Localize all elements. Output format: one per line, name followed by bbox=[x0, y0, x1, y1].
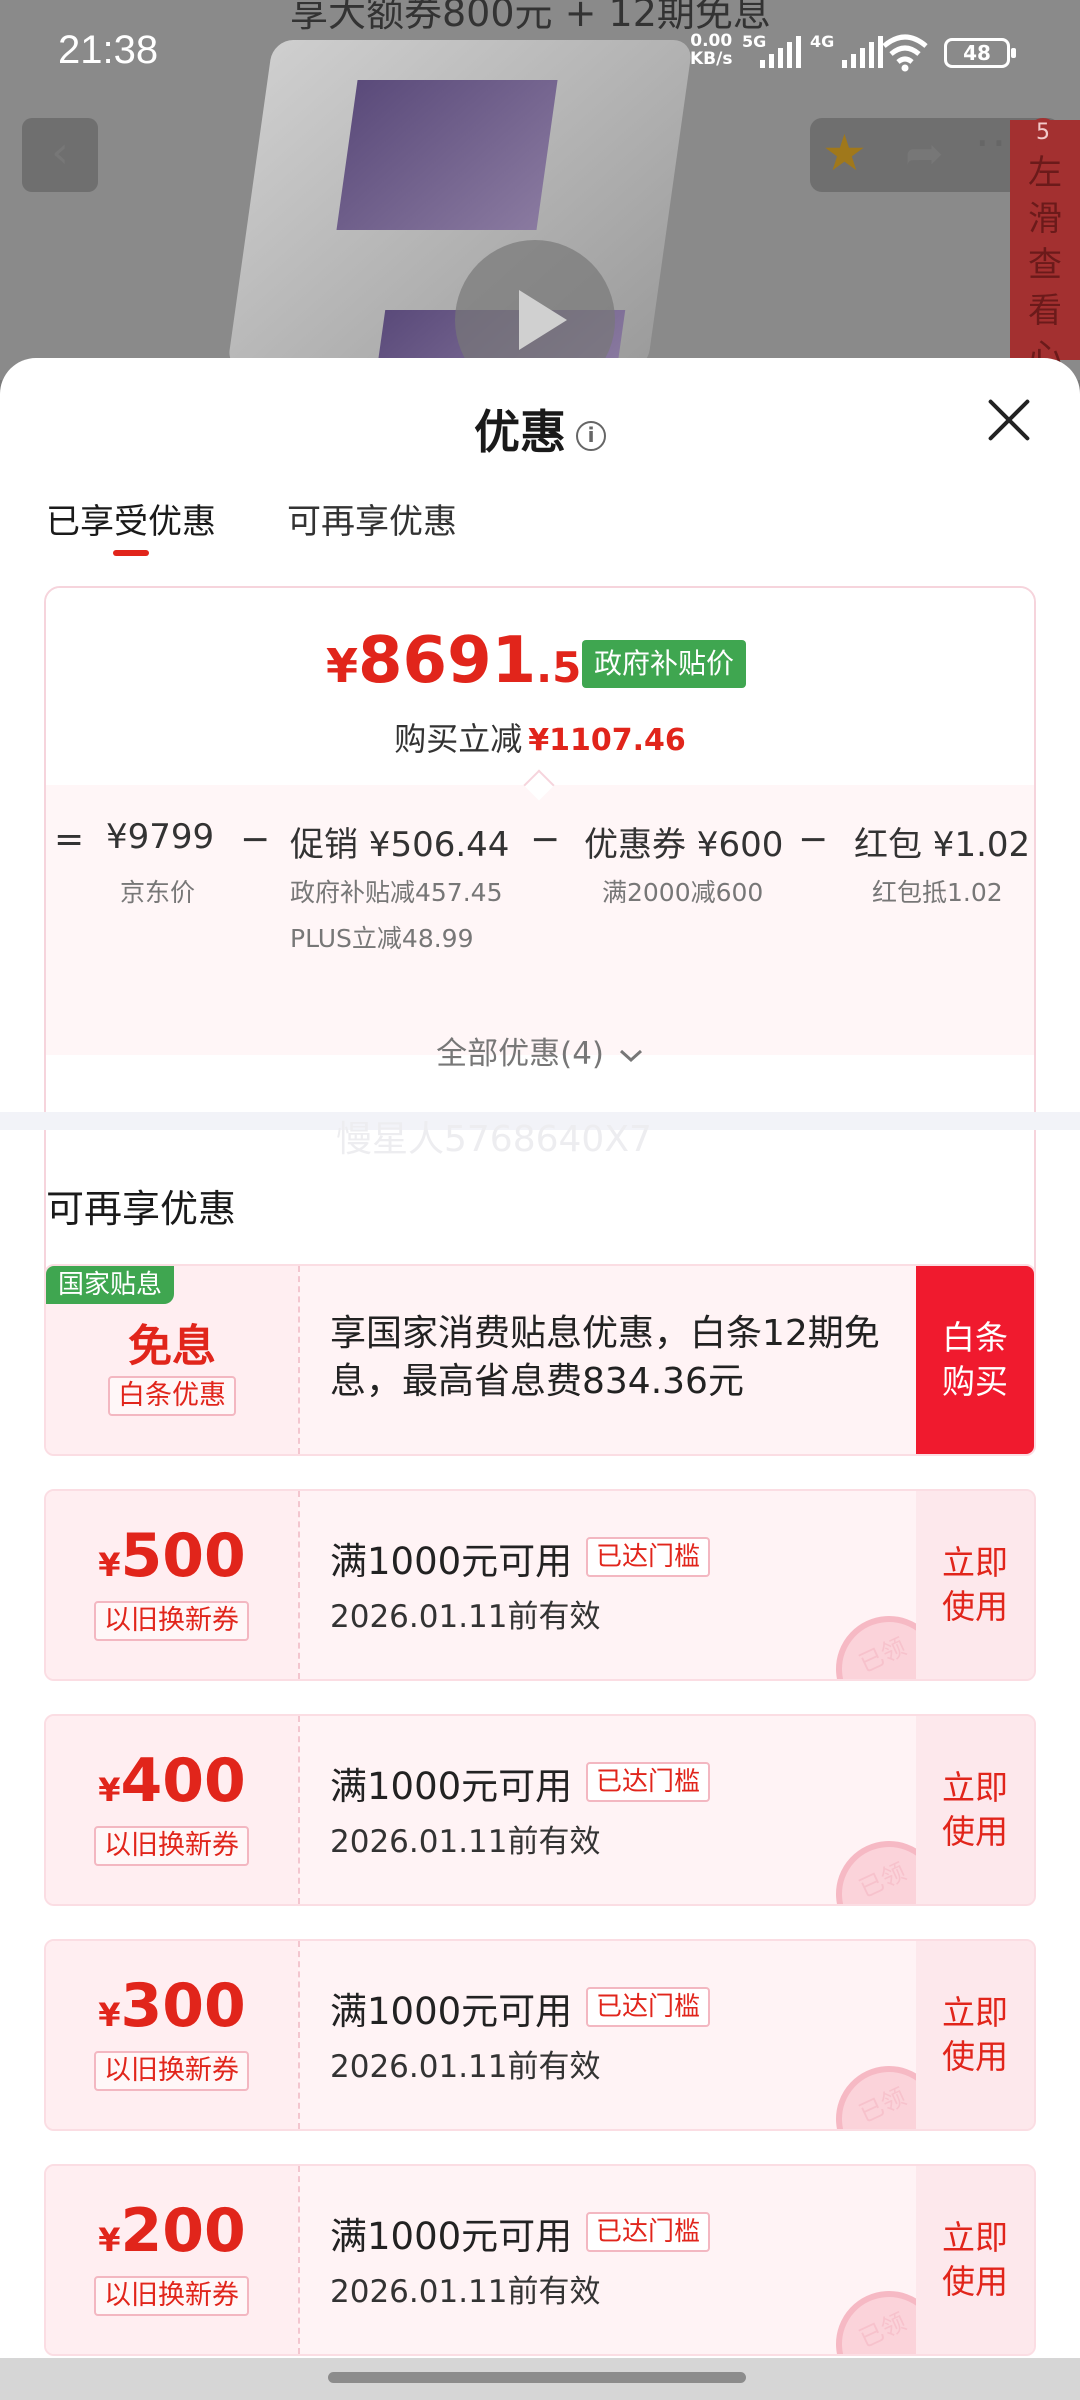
threshold-reached-tag: 已达门槛 bbox=[586, 1762, 711, 1802]
coupon-validity: 2026.01.11前有效 bbox=[330, 1599, 601, 1635]
coupon-card: ¥400 以旧换新券 满1000元可用 已达门槛 2026.01.11前有效 已… bbox=[44, 1714, 1036, 1906]
coupon-validity: 2026.01.11前有效 bbox=[330, 2049, 601, 2085]
use-now-button[interactable]: 立即使用 bbox=[916, 2166, 1034, 2354]
share-icon[interactable]: ➦ bbox=[905, 126, 944, 180]
discount-sheet: 优惠 i 已享受优惠 可再享优惠 ¥8691.54 政府补贴价 购买立减 ¥1107… bbox=[0, 358, 1080, 2400]
coupon-type-chip: 以旧换新券 bbox=[94, 2051, 249, 2091]
coupon-card: ¥300 以旧换新券 满1000元可用 已达门槛 2026.01.11前有效 已… bbox=[44, 1939, 1036, 2131]
signal-4g-icon: 4G bbox=[810, 32, 883, 68]
coupon-type-chip: 以旧换新券 bbox=[94, 1826, 249, 1866]
threshold-reached-tag: 已达门槛 bbox=[586, 1987, 711, 2027]
gov-subsidy-tag: 政府补贴价 bbox=[582, 640, 747, 688]
signal-5g-icon: 5G bbox=[742, 32, 801, 68]
tab-more-available[interactable]: 可再享优惠 bbox=[287, 494, 457, 543]
price-summary-card: ¥8691.54 政府补贴价 购买立减 ¥1107.46 = ¥9799 京东价 … bbox=[44, 586, 1036, 1352]
baitiao-chip: 白条优惠 bbox=[108, 1376, 236, 1416]
threshold-reached-tag: 已达门槛 bbox=[586, 1537, 711, 1577]
coupon-amount: ¥500 bbox=[98, 1521, 246, 1591]
close-button[interactable] bbox=[985, 398, 1031, 444]
watermark: 慢星人5768640X7 bbox=[336, 1119, 652, 1160]
status-bar: 21:38 0.00 KB/s 5G 4G 48 bbox=[0, 0, 1080, 110]
interest-free-card: 国家贴息 免息 白条优惠 享国家消费贴息优惠，白条12期免息，最高省息费834.… bbox=[44, 1264, 1036, 1456]
coupon-validity: 2026.01.11前有效 bbox=[330, 1824, 601, 1860]
use-now-button[interactable]: 立即使用 bbox=[916, 1491, 1034, 1679]
network-speed: 0.00 KB/s bbox=[690, 31, 733, 69]
coupon-amount: ¥400 bbox=[98, 1746, 246, 1816]
gesture-nav-bar bbox=[0, 2358, 1080, 2400]
favorite-star-icon[interactable]: ★ bbox=[822, 124, 867, 182]
coupon-card: ¥500 以旧换新券 满1000元可用 已达门槛 2026.01.11前有效 已… bbox=[44, 1489, 1036, 1681]
coupon-type-chip: 以旧换新券 bbox=[94, 2276, 249, 2316]
all-discounts-toggle[interactable]: 全部优惠(4) bbox=[0, 1028, 1080, 1073]
back-button[interactable]: ‹ bbox=[22, 118, 98, 192]
info-icon[interactable]: i bbox=[576, 420, 606, 451]
purchase-reduction: 购买立减 ¥1107.46 bbox=[394, 720, 686, 758]
coupon-type-chip: 以旧换新券 bbox=[94, 1601, 249, 1641]
home-gesture-handle[interactable] bbox=[328, 2372, 746, 2383]
slide-tab-count: 5 bbox=[1028, 118, 1058, 148]
coupon-amount: ¥200 bbox=[98, 2196, 246, 2266]
threshold-reached-tag: 已达门槛 bbox=[586, 2212, 711, 2252]
section-title: 可再享优惠 bbox=[46, 1187, 237, 1231]
price-breakdown: = ¥9799 京东价 − 促销 ¥506.44 政府补贴减457.45 PLU… bbox=[46, 785, 1034, 1055]
coupon-condition: 满1000元可用 bbox=[330, 2215, 573, 2258]
status-time: 21:38 bbox=[58, 28, 159, 72]
coupon-amount: ¥300 bbox=[98, 1971, 246, 2041]
slide-left-tab[interactable]: 5 左滑查看心动 bbox=[1010, 118, 1080, 423]
interest-free-desc: 享国家消费贴息优惠，白条12期免息，最高省息费834.36元 bbox=[330, 1313, 880, 1402]
baitiao-buy-button[interactable]: 白条购买 bbox=[916, 1266, 1034, 1454]
interest-free-label: 免息 bbox=[128, 1321, 216, 1372]
coupon-condition: 满1000元可用 bbox=[330, 1765, 573, 1808]
tab-indicator bbox=[113, 550, 149, 556]
coupon-card: ¥200 以旧换新券 满1000元可用 已达门槛 2026.01.11前有效 已… bbox=[44, 2164, 1036, 2356]
coupon-condition: 满1000元可用 bbox=[330, 1540, 573, 1583]
use-now-button[interactable]: 立即使用 bbox=[916, 1716, 1034, 1904]
tab-enjoyed[interactable]: 已享受优惠 bbox=[46, 494, 216, 543]
use-now-button[interactable]: 立即使用 bbox=[916, 1941, 1034, 2129]
battery-icon: 48 bbox=[944, 38, 1016, 68]
sheet-title: 优惠 i bbox=[0, 396, 1080, 462]
national-subsidy-badge: 国家贴息 bbox=[46, 1266, 175, 1304]
coupon-condition: 满1000元可用 bbox=[330, 1990, 573, 2033]
wifi-icon bbox=[882, 34, 928, 72]
equals-sign: = bbox=[54, 819, 85, 860]
chevron-down-icon bbox=[619, 1049, 642, 1062]
coupon-validity: 2026.01.11前有效 bbox=[330, 2274, 601, 2310]
final-price: ¥8691.54 bbox=[326, 624, 611, 698]
